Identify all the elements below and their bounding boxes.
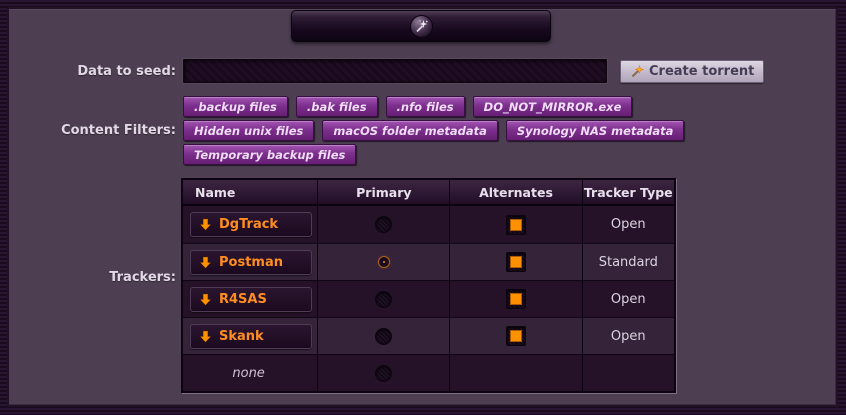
content-filter-chip[interactable]: .nfo files: [386, 96, 465, 117]
tracker-name-cell: none: [183, 355, 318, 391]
column-header-name: Name: [183, 180, 318, 204]
tracker-primary-cell: [318, 281, 450, 317]
download-arrow-icon: [199, 256, 212, 269]
tracker-link-button[interactable]: DgTrack: [190, 212, 312, 237]
content-filters-label: Content Filters:: [0, 123, 176, 138]
content-filter-chip[interactable]: .backup files: [183, 96, 288, 117]
create-torrent-button-label: Create torrent: [649, 64, 754, 79]
tracker-name: DgTrack: [219, 217, 278, 232]
download-arrow-icon: [199, 293, 212, 306]
content-filter-row: .backup files .bak files .nfo files DO_NOT_…: [183, 96, 632, 117]
section-collapse-bar[interactable]: [291, 10, 551, 42]
tracker-row: none: [183, 354, 674, 391]
content-filter-chip[interactable]: DO_NOT_MIRROR.exe: [473, 96, 633, 117]
magic-wand-icon: [630, 65, 644, 79]
tracker-row: R4SAS Open: [183, 280, 674, 317]
tracker-alternates-cell: [450, 206, 582, 243]
tracker-name-cell: DgTrack: [183, 206, 318, 243]
content-filter-chip[interactable]: Hidden unix files: [183, 120, 314, 141]
checkbox-fill: [510, 219, 522, 231]
content-filter-chip[interactable]: .bak files: [296, 96, 378, 117]
data-to-seed-input[interactable]: [183, 59, 607, 83]
content-filter-row: Temporary backup files: [183, 144, 356, 165]
create-torrent-button[interactable]: Create torrent: [620, 60, 764, 83]
tracker-name-cell: Postman: [183, 244, 318, 280]
content-filter-chip[interactable]: macOS folder metadata: [322, 120, 497, 141]
alternates-checkbox-checked[interactable]: [506, 252, 526, 272]
tracker-row: Skank Open: [183, 317, 674, 354]
trackers-table-header: Name Primary Alternates Tracker Type: [183, 180, 674, 206]
tracker-primary-cell: [318, 206, 450, 243]
tracker-primary-cell: [318, 244, 450, 280]
tracker-alternates-cell: [450, 355, 582, 391]
tracker-type-cell: Standard: [583, 244, 674, 280]
create-torrent-screen: Data to seed: Create torrent Content Fil…: [0, 0, 846, 415]
checkbox-fill: [510, 256, 522, 268]
trackers-table: Name Primary Alternates Tracker Type DgT…: [181, 178, 676, 393]
tracker-alternates-cell: [450, 244, 582, 280]
tracker-row: DgTrack Open: [183, 206, 674, 243]
trackers-label: Trackers:: [0, 270, 176, 285]
download-arrow-icon: [199, 218, 212, 231]
magic-wand-orb-icon: [410, 15, 433, 38]
tracker-type-cell: Open: [583, 206, 674, 243]
primary-radio[interactable]: [375, 216, 392, 233]
column-header-primary: Primary: [318, 180, 450, 204]
tracker-name: Skank: [219, 329, 264, 344]
tracker-name: R4SAS: [219, 292, 267, 307]
tracker-alternates-cell: [450, 281, 582, 317]
tracker-type-cell: Open: [583, 281, 674, 317]
column-header-alternates: Alternates: [450, 180, 582, 204]
alternates-checkbox-checked[interactable]: [506, 215, 526, 235]
content-filter-chip[interactable]: Temporary backup files: [183, 144, 356, 165]
data-to-seed-label: Data to seed:: [0, 64, 176, 79]
checkbox-fill: [510, 330, 522, 342]
tracker-type-cell: Open: [583, 318, 674, 354]
tracker-alternates-cell: [450, 318, 582, 354]
tracker-link-button[interactable]: Skank: [190, 324, 312, 349]
tracker-link-button[interactable]: Postman: [190, 250, 312, 275]
alternates-checkbox-checked[interactable]: [506, 289, 526, 309]
tracker-primary-cell: [318, 355, 450, 391]
checkbox-fill: [510, 293, 522, 305]
tracker-primary-cell: [318, 318, 450, 354]
primary-radio[interactable]: [375, 365, 392, 382]
primary-radio[interactable]: [375, 291, 392, 308]
primary-radio[interactable]: [375, 328, 392, 345]
download-arrow-icon: [199, 330, 212, 343]
trackers-table-body: DgTrackOpenPostmanStandardR4SASOpenSkank…: [183, 206, 674, 391]
primary-radio-selected[interactable]: [379, 257, 389, 267]
tracker-name-cell: R4SAS: [183, 281, 318, 317]
tracker-row: Postman Standard: [183, 243, 674, 280]
tracker-type-cell: [583, 355, 674, 391]
alternates-checkbox-checked[interactable]: [506, 326, 526, 346]
content-filter-chip[interactable]: Synology NAS metadata: [506, 120, 685, 141]
tracker-name: Postman: [219, 255, 283, 270]
tracker-name-none: none: [190, 366, 317, 381]
tracker-link-button[interactable]: R4SAS: [190, 287, 312, 312]
column-header-tracker-type: Tracker Type: [583, 180, 674, 204]
content-filter-row: Hidden unix files macOS folder metadata Sy…: [183, 120, 684, 141]
tracker-name-cell: Skank: [183, 318, 318, 354]
